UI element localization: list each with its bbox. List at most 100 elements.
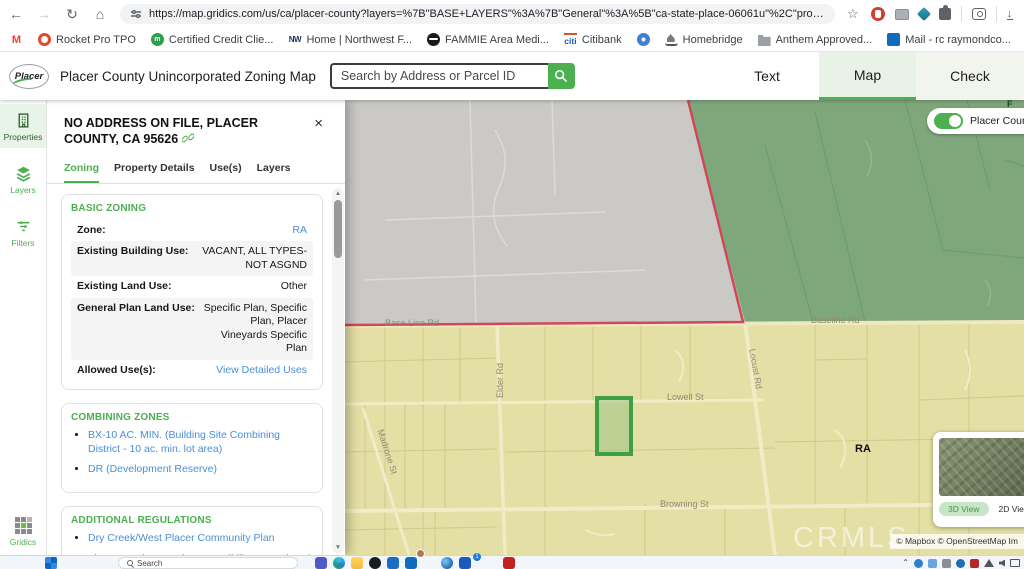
northwest-icon: NW: [288, 33, 301, 46]
maps-app-icon[interactable]: [441, 557, 453, 569]
tray-icon[interactable]: [914, 559, 923, 568]
screen: ← → ↻ ⌂ https://map.gridics.com/us/ca/pl…: [0, 0, 1024, 569]
notification-badge: 1: [473, 553, 481, 561]
panel-tab-uses[interactable]: Use(s): [210, 162, 242, 183]
search-bar: [330, 63, 575, 89]
search-button[interactable]: [548, 63, 575, 89]
tray-chevron-icon[interactable]: ⌃: [902, 557, 909, 569]
divider: [961, 6, 962, 22]
search-input[interactable]: [330, 63, 548, 89]
table-row: Existing Building Use: VACANT, ALL TYPES…: [71, 241, 313, 276]
scrollbar-thumb[interactable]: [334, 200, 342, 258]
panel-tab-zoning[interactable]: Zoning: [64, 162, 99, 183]
extensions-puzzle-icon[interactable]: [939, 8, 951, 20]
satellite-thumbnail[interactable]: [939, 438, 1024, 496]
battery-icon[interactable]: [1010, 559, 1020, 567]
search-icon: [127, 560, 133, 566]
road-label-baseline-rd: Baseline Rd: [811, 315, 860, 325]
map-canvas[interactable]: Base Line Rd Baseline Rd Elder Rd Locust…: [345, 100, 1024, 555]
wifi-icon[interactable]: [984, 559, 994, 567]
bookmark-rocket-pro[interactable]: Rocket Pro TPO: [38, 33, 136, 46]
bookmark-fammie[interactable]: FAMMIE Area Medi...: [427, 33, 549, 46]
sidebar-item-filters[interactable]: Filters: [0, 210, 46, 254]
bookmark-gmail[interactable]: M: [10, 33, 23, 46]
combining-zone-link[interactable]: BX-10 AC. MIN. (Building Site Combining …: [88, 429, 280, 455]
tray-icon[interactable]: [956, 559, 965, 568]
reload-icon[interactable]: ↻: [64, 0, 80, 28]
address-bar[interactable]: https://map.gridics.com/us/ca/placer-cou…: [120, 4, 835, 24]
bookmark-anthem-folder[interactable]: Anthem Approved...: [758, 33, 873, 46]
map-graphics: [345, 100, 1024, 555]
bookmark-northwest[interactable]: NWHome | Northwest F...: [288, 33, 412, 46]
flower-icon: [637, 33, 650, 46]
screenshare-extension-icon[interactable]: [895, 9, 909, 20]
tray-icon[interactable]: [942, 559, 951, 568]
volume-icon[interactable]: [999, 560, 1005, 567]
taskbar-search[interactable]: Search: [118, 557, 298, 569]
start-button[interactable]: [45, 557, 57, 569]
system-tray: ⌃: [902, 557, 1020, 569]
sidebar-item-properties[interactable]: Properties: [0, 104, 46, 148]
panel-tab-layers[interactable]: Layers: [257, 162, 291, 183]
filter-icon: [15, 218, 32, 235]
road-label-browning-st: Browning St: [660, 499, 709, 509]
panel-tab-property-details[interactable]: Property Details: [114, 162, 195, 183]
map-attribution[interactable]: © Mapbox © OpenStreetMap Im: [890, 534, 1024, 549]
toggle-label: Placer Count: [970, 115, 1024, 127]
page-title: Placer County Unincorporated Zoning Map: [60, 69, 316, 84]
property-panel: NO ADDRESS ON FILE, PLACER COUNTY, CA 95…: [47, 100, 345, 555]
edge-icon[interactable]: [333, 557, 345, 569]
house-icon: [665, 33, 678, 46]
view-3d-button[interactable]: 3D View: [939, 502, 989, 516]
combining-zone-link[interactable]: DR (Development Reserve): [88, 463, 217, 475]
forward-icon[interactable]: →: [36, 0, 52, 28]
teams-icon[interactable]: [315, 557, 327, 569]
outlook-icon[interactable]: [405, 557, 417, 569]
selected-parcel: [597, 398, 631, 454]
scroll-up-icon[interactable]: ▲: [332, 188, 344, 199]
folder-icon: [758, 33, 771, 46]
extensions-row: ↓: [871, 6, 1013, 22]
bookmark-citibank[interactable]: citiCitibank: [564, 33, 622, 46]
panel-scrollbar[interactable]: ▲ ▼: [332, 188, 344, 553]
gridics-footer[interactable]: Gridics: [0, 517, 46, 547]
tab-check[interactable]: Check: [916, 52, 1024, 100]
adblock-extension-icon[interactable]: [871, 7, 885, 21]
downloads-icon[interactable]: ↓: [1007, 8, 1013, 20]
close-icon[interactable]: ×: [314, 116, 323, 131]
back-icon[interactable]: ←: [8, 0, 24, 28]
url-text: https://map.gridics.com/us/ca/placer-cou…: [149, 8, 825, 20]
view-2d-button[interactable]: 2D Vie: [999, 504, 1024, 514]
file-explorer-icon[interactable]: [351, 557, 363, 569]
bookmark-certified-credit[interactable]: mCertified Credit Clie...: [151, 33, 274, 46]
tab-map[interactable]: Map: [819, 52, 916, 100]
diamond-extension-icon[interactable]: [917, 7, 931, 21]
divider: [996, 6, 997, 22]
scroll-down-icon[interactable]: ▼: [332, 542, 344, 553]
app-icon[interactable]: [387, 557, 399, 569]
site-info-icon[interactable]: [130, 8, 142, 20]
globe-icon: [427, 33, 440, 46]
acrobat-icon[interactable]: [503, 557, 515, 569]
dell-icon[interactable]: [369, 557, 381, 569]
bookmark-star-icon[interactable]: ☆: [847, 6, 859, 22]
zone-link[interactable]: RA: [292, 224, 307, 237]
section-heading: COMBINING ZONES: [71, 412, 313, 423]
regulation-link[interactable]: Dry Creek/West Placer Community Plan: [88, 532, 275, 544]
placer-county-toggle[interactable]: [934, 113, 963, 129]
view-detailed-uses-link[interactable]: View Detailed Uses: [216, 364, 307, 377]
map-inset-card: 3D View 2D Vie: [933, 432, 1024, 527]
bookmark-flower[interactable]: [637, 33, 650, 46]
table-row: General Plan Land Use: Specific Plan, Sp…: [71, 298, 313, 360]
bookmark-outlook-mail[interactable]: Mail - rc raymondco...: [887, 33, 1011, 46]
side-panel-icon[interactable]: [972, 8, 986, 20]
gridics-logo-icon: [15, 517, 32, 534]
home-icon[interactable]: ⌂: [92, 0, 108, 28]
bookmark-homebridge[interactable]: Homebridge: [665, 33, 743, 46]
word-icon[interactable]: [459, 557, 471, 569]
sidebar-item-layers[interactable]: Layers: [0, 157, 46, 201]
tray-icon[interactable]: [970, 559, 979, 568]
tab-text[interactable]: Text: [715, 52, 819, 100]
tray-icon[interactable]: [928, 559, 937, 568]
link-icon[interactable]: [182, 132, 194, 144]
